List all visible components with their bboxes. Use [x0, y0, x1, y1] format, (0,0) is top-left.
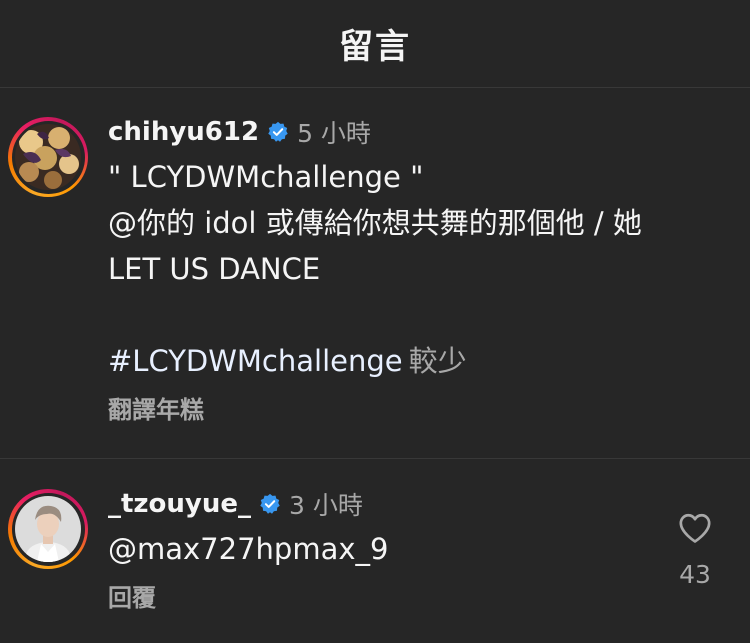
show-less-link[interactable]: 較少 — [409, 344, 467, 378]
reply-button[interactable]: 回覆 — [108, 578, 388, 618]
comments-header: 留言 — [0, 0, 750, 88]
comment-timestamp: 5 小時 — [297, 119, 371, 148]
comment-hashtag-line: #LCYDWMchallenge 較少 — [108, 338, 642, 384]
avatar — [15, 496, 81, 562]
comment-text-line: @你的 idol 或傳給你想共舞的那個他 / 她 — [108, 206, 642, 240]
comment-item: _tzouyue_ 3 小時 @max727hpmax_9 回覆 43 — [0, 482, 750, 632]
verified-badge-icon — [259, 493, 281, 515]
like-column: 43 — [660, 512, 730, 589]
translate-button[interactable]: 翻譯年糕 — [108, 390, 642, 430]
like-count: 43 — [679, 560, 711, 589]
verified-badge-icon — [267, 121, 289, 143]
comment-text-line: @max727hpmax_9 — [108, 532, 389, 566]
comment-text-line: " LCYDWMchallenge " — [108, 160, 424, 194]
comment-username[interactable]: chihyu612 — [108, 117, 259, 147]
comment-username[interactable]: _tzouyue_ — [108, 489, 251, 519]
hashtag-link[interactable]: #LCYDWMchallenge — [108, 344, 403, 378]
comment-body: _tzouyue_ 3 小時 @max727hpmax_9 回覆 — [108, 482, 388, 618]
page-title: 留言 — [339, 27, 411, 67]
avatar-story-ring[interactable] — [8, 117, 88, 197]
comment-body: chihyu612 5 小時 " LCYDWMchallenge " @你的 i… — [108, 110, 642, 430]
comment-item: chihyu612 5 小時 " LCYDWMchallenge " @你的 i… — [0, 110, 750, 450]
comment-timestamp: 3 小時 — [289, 491, 363, 520]
avatar-story-ring[interactable] — [8, 489, 88, 569]
comment-text-line: LET US DANCE — [108, 252, 321, 286]
comment-divider — [0, 458, 750, 459]
avatar — [15, 124, 81, 190]
heart-outline-icon[interactable] — [678, 512, 712, 548]
